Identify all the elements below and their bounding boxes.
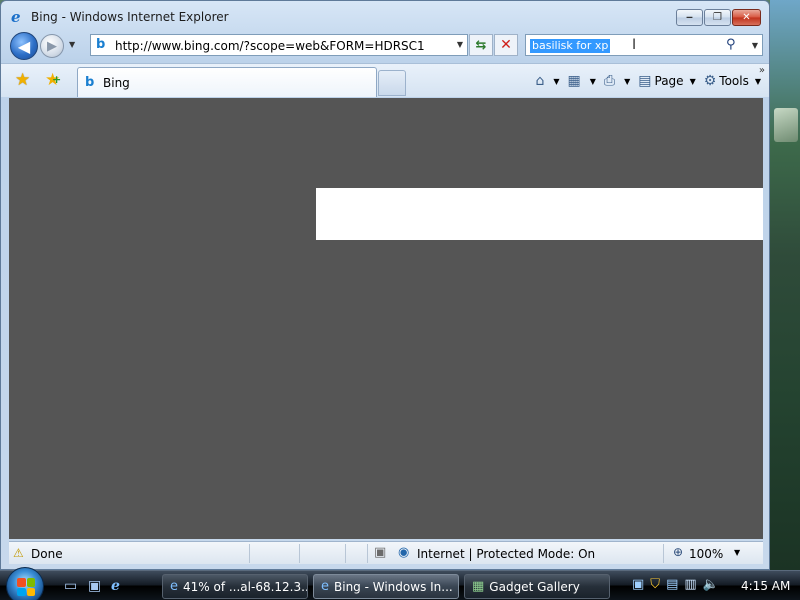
address-url[interactable]: http://www.bing.com/?scope=web&FORM=HDRS…: [115, 39, 425, 53]
ie-quicklaunch-icon[interactable]: e: [111, 578, 120, 594]
security-shield-icon[interactable]: ⛉: [650, 577, 660, 592]
page-dropdown-arrow: ▼: [689, 76, 696, 86]
refresh-button[interactable]: ⇆: [469, 34, 493, 56]
window-title: Bing - Windows Internet Explorer: [31, 10, 229, 24]
home-button[interactable]: ⌂ ▼: [535, 73, 559, 89]
network-connection-icon[interactable]: ▥: [684, 577, 696, 592]
window-controls: ‒ ❐ ✕: [676, 9, 761, 27]
search-box[interactable]: basilisk for xp I ⚲ ▼: [525, 34, 763, 56]
feeds-dropdown-arrow[interactable]: ▼: [590, 77, 596, 86]
favorites-star-icon[interactable]: ★: [15, 70, 30, 90]
taskbar-item-download[interactable]: e 41% of ...al-68.12.3...: [162, 574, 308, 599]
add-favorite-icon[interactable]: ★ +: [45, 70, 62, 90]
page-icon: ▤: [638, 73, 652, 89]
print-dropdown-arrow[interactable]: ▼: [624, 77, 630, 86]
zoom-icon[interactable]: ⊕: [673, 545, 683, 559]
printer-icon: ⎙: [603, 73, 616, 89]
ie-logo-icon: e: [170, 579, 178, 594]
taskbar-item-gadget-gallery[interactable]: ▦ Gadget Gallery: [464, 574, 610, 599]
plus-icon: +: [52, 73, 62, 86]
show-desktop-icon[interactable]: ▭: [64, 578, 77, 594]
gadget-gallery-icon: ▦: [472, 579, 485, 594]
close-button[interactable]: ✕: [732, 9, 761, 26]
system-tray: ▣ ⛉ ▤ ▥ 🔈: [632, 577, 719, 592]
address-bar[interactable]: b http://www.bing.com/?scope=web&FORM=HD…: [90, 34, 468, 56]
minimize-button[interactable]: ‒: [676, 9, 703, 26]
desktop-background: [770, 0, 800, 570]
status-divider: [367, 544, 368, 563]
tools-menu[interactable]: ⚙ Tools ▼: [704, 73, 761, 89]
zone-lock-icon: ▣: [374, 545, 387, 560]
bing-favicon-icon: b: [85, 75, 95, 90]
taskbar-item-label: 41% of ...al-68.12.3...: [183, 579, 308, 594]
status-divider: [249, 544, 250, 563]
title-bar[interactable]: e Bing - Windows Internet Explorer ‒ ❐ ✕: [1, 1, 769, 33]
tools-label: Tools: [719, 74, 749, 88]
status-bar: ⚠ Done ▣ ◉ Internet | Protected Mode: On…: [9, 541, 763, 564]
zoom-dropdown[interactable]: ▼: [734, 548, 740, 557]
tools-dropdown-arrow: ▼: [754, 76, 761, 86]
back-button[interactable]: ◀: [10, 32, 38, 60]
switch-windows-icon[interactable]: ▣: [88, 578, 101, 594]
ie-logo-icon: e: [11, 8, 21, 26]
warning-icon: ⚠: [13, 546, 24, 560]
home-icon: ⌂: [535, 73, 545, 89]
taskbar-item-bing[interactable]: e Bing - Windows In...: [313, 574, 459, 599]
stop-button[interactable]: ✕: [494, 34, 518, 56]
status-divider: [345, 544, 346, 563]
ie-logo-icon: e: [321, 579, 329, 594]
taskbar-item-label: Bing - Windows In...: [334, 579, 453, 594]
more-commands-chevron-icon[interactable]: »: [759, 65, 765, 76]
status-text: Done: [31, 547, 63, 561]
command-bar: ★ ★ + b Bing ⌂ ▼ ▦ ▼ ⎙ ▼ ▤ Page ▼ ⚙ Tools ▼ »: [1, 63, 769, 97]
page-content[interactable]: [9, 98, 763, 539]
tab-bing[interactable]: b Bing: [77, 67, 377, 97]
maximize-button[interactable]: ❐: [704, 9, 731, 26]
security-zone-text[interactable]: Internet | Protected Mode: On: [417, 547, 595, 561]
flag-yellow-quadrant: [26, 587, 35, 596]
search-provider-dropdown[interactable]: ▼: [752, 41, 758, 50]
forward-arrow-icon: ▶: [47, 38, 57, 54]
flag-green-quadrant: [26, 578, 35, 587]
flag-blue-quadrant: [17, 587, 26, 596]
back-arrow-icon: ◀: [17, 36, 31, 56]
globe-icon: ◉: [398, 545, 410, 560]
feeds-icon: ▦: [567, 73, 581, 89]
new-tab-button[interactable]: [378, 70, 406, 96]
text-cursor-icon: I: [632, 37, 637, 53]
taskbar: ▭ ▣ e e 41% of ...al-68.12.3... e Bing -…: [0, 567, 800, 600]
refresh-icon: ⇆: [475, 37, 487, 53]
status-divider: [299, 544, 300, 563]
search-input[interactable]: basilisk for xp: [530, 39, 611, 53]
taskbar-item-label: Gadget Gallery: [489, 579, 580, 594]
windows-flag-icon: [17, 578, 35, 596]
forward-button[interactable]: ▶: [40, 34, 64, 58]
white-content-panel: [316, 188, 763, 240]
flag-red-quadrant: [17, 578, 26, 587]
zoom-level[interactable]: 100%: [689, 547, 723, 561]
address-dropdown[interactable]: ▼: [457, 40, 463, 49]
network-tray-icon[interactable]: ▣: [632, 577, 644, 592]
navigation-bar: ◀ ▶ ▼ b http://www.bing.com/?scope=web&F…: [1, 31, 769, 61]
search-icon[interactable]: ⚲: [726, 37, 736, 52]
home-dropdown-arrow[interactable]: ▼: [553, 77, 559, 86]
bing-favicon-icon: b: [96, 37, 106, 52]
gear-icon: ⚙: [703, 73, 717, 89]
windows-update-icon[interactable]: ▤: [666, 577, 678, 592]
page-label: Page: [654, 74, 684, 88]
ie-window: e Bing - Windows Internet Explorer ‒ ❐ ✕…: [0, 0, 770, 570]
status-divider: [663, 544, 664, 563]
start-button[interactable]: [6, 567, 44, 600]
volume-muted-icon[interactable]: 🔈: [703, 577, 719, 592]
desktop-wallpaper-detail: [774, 108, 798, 142]
taskbar-clock[interactable]: 4:15 AM: [741, 579, 790, 593]
feeds-button[interactable]: ▦ ▼: [568, 73, 596, 89]
print-button[interactable]: ⎙ ▼: [604, 73, 630, 89]
recent-pages-dropdown[interactable]: ▼: [69, 40, 75, 49]
stop-icon: ✕: [500, 37, 512, 53]
page-menu[interactable]: ▤ Page ▼: [638, 73, 695, 89]
command-buttons: ⌂ ▼ ▦ ▼ ⎙ ▼ ▤ Page ▼ ⚙ Tools ▼: [527, 71, 761, 91]
tab-label: Bing: [103, 76, 130, 90]
